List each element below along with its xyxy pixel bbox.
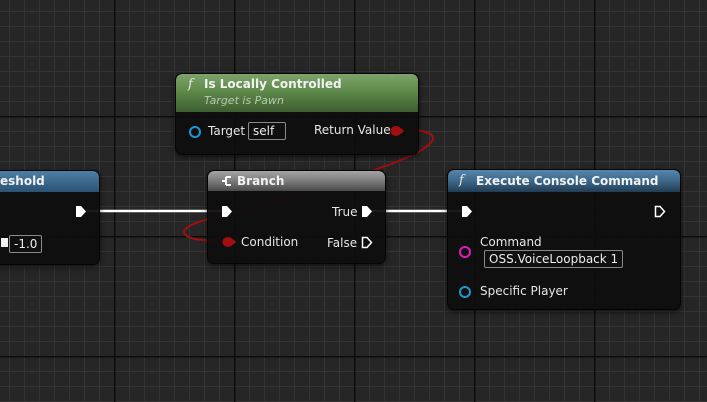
function-icon: f: [188, 77, 193, 92]
is-locally-controlled-node[interactable]: f Is Locally Controlled Target is Pawn T…: [175, 73, 419, 155]
specific-player-pin[interactable]: [458, 285, 474, 299]
return-value-pin[interactable]: [389, 125, 405, 137]
true-exec-pin[interactable]: [361, 205, 373, 218]
command-pin[interactable]: [458, 245, 474, 259]
threshold-node[interactable]: eshold -1.0: [0, 170, 100, 265]
execute-exec-in-pin[interactable]: [461, 205, 473, 218]
branch-node[interactable]: Branch True Condition False: [207, 170, 386, 264]
branch-title: Branch: [237, 174, 285, 188]
function-icon: f: [459, 173, 464, 188]
condition-label: Condition: [241, 235, 299, 249]
target-value-field[interactable]: self: [248, 122, 286, 140]
target-label: Target: [208, 124, 246, 138]
branch-header: [208, 171, 385, 191]
execute-exec-out-pin[interactable]: [654, 205, 666, 218]
execute-title: Execute Console Command: [476, 174, 659, 188]
command-label: Command: [480, 235, 542, 249]
return-value-label: Return Value: [314, 123, 391, 137]
branch-icon: [222, 176, 231, 186]
locally-controlled-subtitle: Target is Pawn: [204, 94, 285, 107]
condition-pin[interactable]: [221, 236, 237, 248]
false-exec-pin[interactable]: [361, 236, 373, 249]
execute-console-command-node[interactable]: f Execute Console Command Command OSS.Vo…: [447, 169, 681, 310]
false-label: False: [327, 236, 358, 250]
specific-player-label: Specific Player: [480, 284, 568, 298]
threshold-value-input[interactable]: -1.0: [9, 235, 43, 253]
command-input[interactable]: OSS.VoiceLoopback 1: [484, 250, 624, 268]
branch-exec-in-pin[interactable]: [221, 205, 233, 218]
true-label: True: [332, 205, 358, 219]
target-pin[interactable]: [188, 125, 202, 139]
exec-out-pin[interactable]: [75, 205, 87, 218]
threshold-node-title: eshold: [0, 174, 45, 188]
locally-controlled-title: Is Locally Controlled: [204, 77, 342, 91]
float-pin[interactable]: [1, 238, 8, 247]
